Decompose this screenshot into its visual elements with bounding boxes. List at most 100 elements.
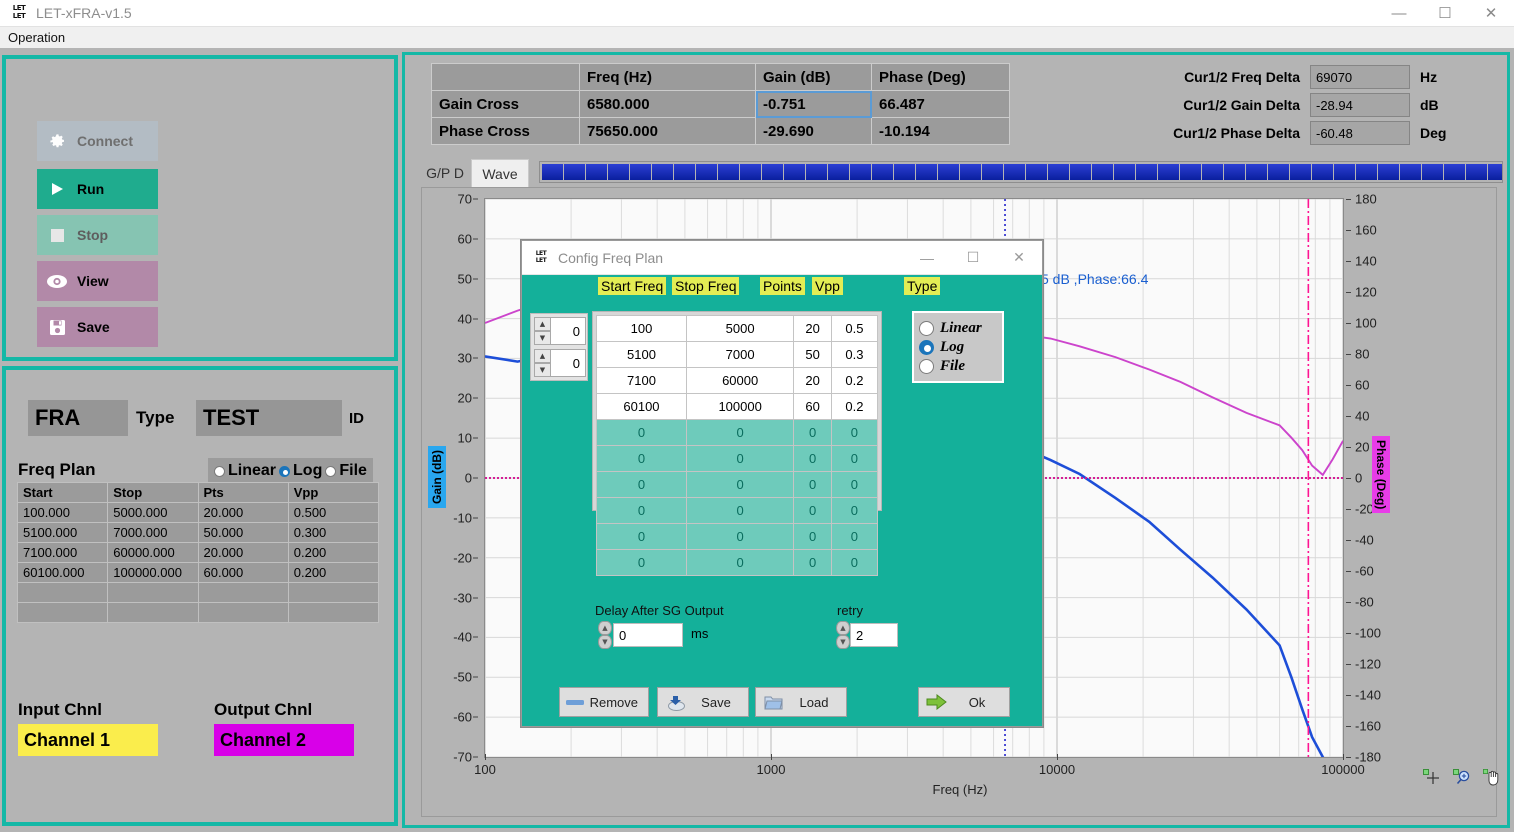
dialog-minimize-icon[interactable]: — bbox=[904, 241, 950, 275]
table-cell[interactable]: 60100.000 bbox=[18, 563, 108, 583]
table-cell[interactable]: 100.000 bbox=[18, 503, 108, 523]
table-row[interactable]: 5100.0007000.00050.0000.300 bbox=[18, 523, 379, 543]
ok-button[interactable]: Ok bbox=[918, 687, 1010, 717]
grid-cell[interactable]: 0 bbox=[831, 420, 877, 446]
grid-cell[interactable]: 0 bbox=[831, 472, 877, 498]
gain-delta-value[interactable]: -28.94 bbox=[1310, 93, 1410, 117]
grid-cell[interactable]: 0 bbox=[597, 420, 687, 446]
tab-wave[interactable]: Wave bbox=[471, 159, 529, 187]
minimize-icon[interactable]: — bbox=[1376, 0, 1422, 26]
output-channel-value[interactable]: Channel 2 bbox=[214, 724, 354, 756]
grid-cell[interactable]: 0 bbox=[794, 446, 831, 472]
grid-cell[interactable]: 0 bbox=[686, 498, 793, 524]
grid-cell[interactable]: 0 bbox=[686, 446, 793, 472]
spinner-col-index[interactable]: ▲ ▼ 0 bbox=[534, 349, 586, 377]
grid-cell[interactable]: 0 bbox=[686, 420, 793, 446]
grid-cell[interactable]: 0.2 bbox=[831, 368, 877, 394]
grid-row[interactable]: 51007000500.3 bbox=[597, 342, 878, 368]
grid-cell[interactable]: 0.3 bbox=[831, 342, 877, 368]
grid-cell[interactable]: 7000 bbox=[686, 342, 793, 368]
radio-file[interactable]: File bbox=[325, 462, 367, 480]
retry-up-icon[interactable]: ▲ bbox=[836, 621, 850, 635]
grid-cell[interactable]: 0 bbox=[597, 498, 687, 524]
grid-cell[interactable]: 5000 bbox=[686, 316, 793, 342]
grid-cell[interactable]: 0 bbox=[831, 550, 877, 576]
grid-row[interactable]: 1005000200.5 bbox=[597, 316, 878, 342]
grid-row[interactable]: 0000 bbox=[597, 498, 878, 524]
table-cell[interactable]: 5000.000 bbox=[108, 503, 198, 523]
grid-cell[interactable]: 0 bbox=[794, 472, 831, 498]
cursor-crosshair-icon[interactable] bbox=[1422, 768, 1442, 786]
grid-cell[interactable]: 0 bbox=[794, 550, 831, 576]
spinner-up-icon[interactable]: ▲ bbox=[534, 349, 551, 363]
grid-row[interactable]: 0000 bbox=[597, 550, 878, 576]
save-button[interactable]: Save bbox=[37, 307, 158, 347]
grid-cell[interactable]: 60100 bbox=[597, 394, 687, 420]
grid-cell[interactable]: 60000 bbox=[686, 368, 793, 394]
table-cell[interactable] bbox=[18, 603, 108, 623]
table-cell[interactable]: 20.000 bbox=[198, 543, 288, 563]
table-cell[interactable] bbox=[198, 603, 288, 623]
freq-plan-grid[interactable]: 1005000200.551007000500.3710060000200.26… bbox=[596, 315, 878, 576]
retry-input[interactable]: 2 bbox=[850, 623, 898, 647]
grid-row[interactable]: 60100100000600.2 bbox=[597, 394, 878, 420]
load-button[interactable]: Load bbox=[755, 687, 847, 717]
id-value-field[interactable]: TEST bbox=[196, 400, 342, 436]
pan-hand-icon[interactable] bbox=[1482, 768, 1502, 786]
type-value-field[interactable]: FRA bbox=[28, 400, 128, 436]
grid-cell[interactable]: 7100 bbox=[597, 368, 687, 394]
grid-cell[interactable]: 0 bbox=[794, 498, 831, 524]
table-cell[interactable] bbox=[288, 583, 378, 603]
table-cell[interactable]: 50.000 bbox=[198, 523, 288, 543]
grid-cell[interactable]: 20 bbox=[794, 368, 831, 394]
spinner-up-icon[interactable]: ▲ bbox=[534, 317, 551, 331]
delay-up-icon[interactable]: ▲ bbox=[598, 621, 612, 635]
gain-cross-gain[interactable]: -0.751 bbox=[756, 91, 872, 118]
spinner-col-index-value[interactable]: 0 bbox=[551, 349, 586, 377]
run-button[interactable]: Run bbox=[37, 169, 158, 209]
grid-cell[interactable]: 0 bbox=[831, 524, 877, 550]
stop-button[interactable]: Stop bbox=[37, 215, 158, 255]
table-cell[interactable] bbox=[198, 583, 288, 603]
freq-delta-value[interactable]: 69070 bbox=[1310, 65, 1410, 89]
grid-cell[interactable]: 0 bbox=[597, 472, 687, 498]
grid-cell[interactable]: 5100 bbox=[597, 342, 687, 368]
radio-linear[interactable]: Linear bbox=[214, 462, 276, 480]
grid-cell[interactable]: 20 bbox=[794, 316, 831, 342]
remove-button[interactable]: Remove bbox=[559, 687, 649, 717]
dialog-close-icon[interactable]: ✕ bbox=[996, 241, 1042, 275]
table-cell[interactable]: 60.000 bbox=[198, 563, 288, 583]
dialog-radio-linear[interactable]: Linear bbox=[919, 320, 1002, 337]
grid-row[interactable]: 0000 bbox=[597, 446, 878, 472]
table-cell[interactable] bbox=[18, 583, 108, 603]
grid-cell[interactable]: 0 bbox=[597, 524, 687, 550]
zoom-magnifier-icon[interactable] bbox=[1452, 768, 1472, 786]
spinner-down-icon[interactable]: ▼ bbox=[534, 363, 551, 377]
grid-cell[interactable]: 0 bbox=[686, 472, 793, 498]
retry-stepper[interactable]: ▲ ▼ bbox=[836, 621, 850, 649]
delay-input[interactable]: 0 bbox=[613, 623, 683, 647]
dialog-save-button[interactable]: Save bbox=[657, 687, 749, 717]
table-cell[interactable] bbox=[288, 603, 378, 623]
grid-cell[interactable]: 0 bbox=[686, 524, 793, 550]
close-icon[interactable]: ✕ bbox=[1468, 0, 1514, 26]
delay-stepper[interactable]: ▲ ▼ bbox=[598, 621, 612, 649]
grid-cell[interactable]: 0 bbox=[794, 420, 831, 446]
table-cell[interactable]: 0.200 bbox=[288, 543, 378, 563]
dialog-radio-log[interactable]: Log bbox=[919, 339, 1002, 356]
grid-cell[interactable]: 0 bbox=[831, 498, 877, 524]
spinner-row-index-value[interactable]: 0 bbox=[551, 317, 586, 345]
table-cell[interactable] bbox=[108, 583, 198, 603]
table-row[interactable]: 7100.00060000.00020.0000.200 bbox=[18, 543, 379, 563]
table-cell[interactable]: 0.200 bbox=[288, 563, 378, 583]
table-cell[interactable]: 7100.000 bbox=[18, 543, 108, 563]
table-cell[interactable]: 0.300 bbox=[288, 523, 378, 543]
grid-cell[interactable]: 0 bbox=[831, 446, 877, 472]
grid-cell[interactable]: 0.5 bbox=[831, 316, 877, 342]
dialog-maximize-icon[interactable]: ☐ bbox=[950, 241, 996, 275]
table-row[interactable]: 60100.000100000.00060.0000.200 bbox=[18, 563, 379, 583]
grid-row[interactable]: 0000 bbox=[597, 420, 878, 446]
grid-cell[interactable]: 100000 bbox=[686, 394, 793, 420]
radio-log[interactable]: Log bbox=[279, 462, 322, 480]
view-button[interactable]: View bbox=[37, 261, 158, 301]
